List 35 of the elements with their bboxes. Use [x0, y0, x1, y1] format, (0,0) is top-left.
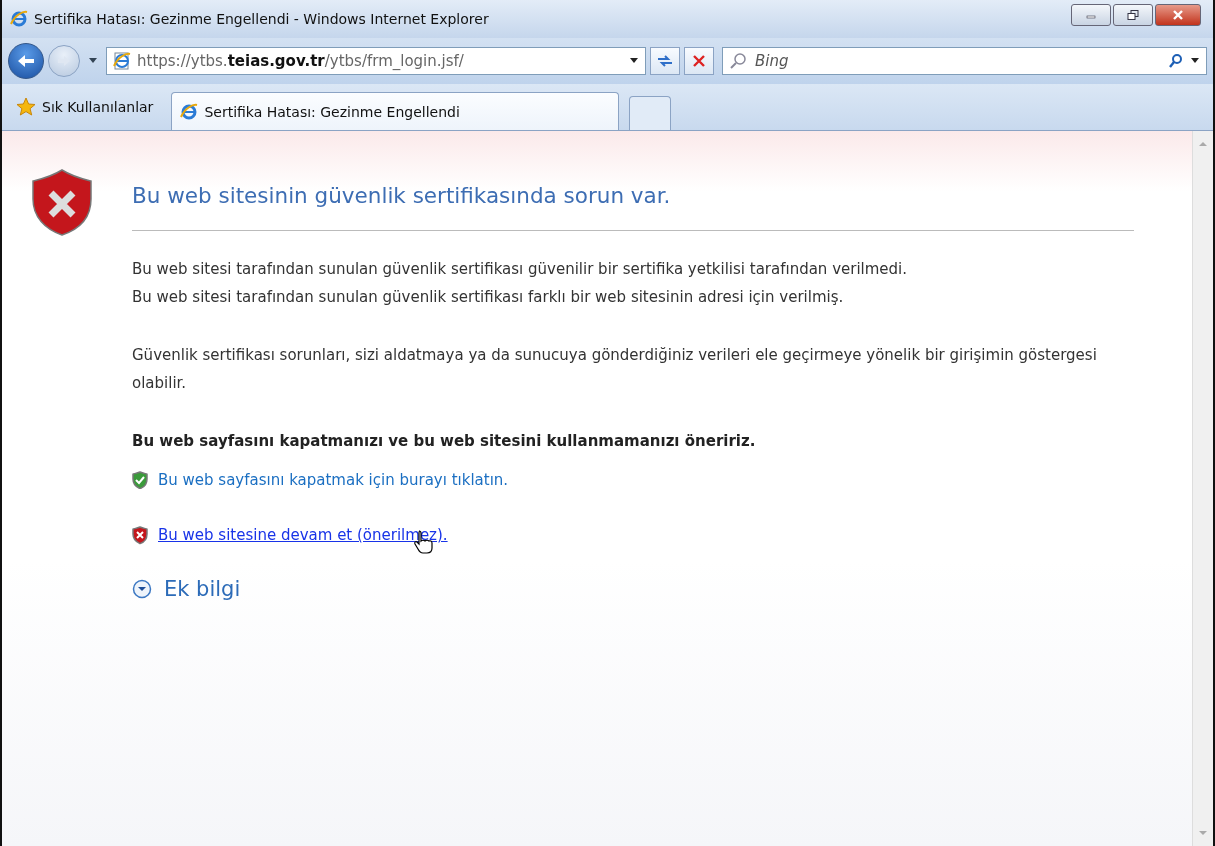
restore-button[interactable]: [1113, 4, 1153, 26]
search-field[interactable]: Bing: [722, 47, 1207, 75]
chevron-down-icon: [132, 579, 152, 600]
recommendation-text: Bu web sayfasını kapatmanızı ve bu web sitesini kullanmamanızı öneririz.: [132, 431, 757, 452]
dropdown-arrow-icon: [629, 57, 639, 65]
paragraph: Bu web sitesi tarafından sunulan güvenlik sertifikası güvenilir bir sertifika yetkilisi tarafından verilmedi. Bu web sitesi tarafından sunulan güvenlik sertifikası farklı bir web sitesinin adresi için verilmiş.: [132, 259, 909, 308]
back-button[interactable]: [8, 43, 44, 79]
address-bar[interactable]: https://ytbs.teias.gov.tr/ytbs/frm_login.jsf/: [106, 47, 646, 75]
error-shield-icon: [32, 169, 92, 238]
star-icon: [16, 97, 36, 117]
browser-logo-icon: [10, 10, 28, 28]
favorites-button[interactable]: Sık Kullanılanlar: [8, 97, 162, 117]
refresh-arrows-icon: [656, 53, 674, 69]
magnifier-icon: [729, 52, 747, 70]
page-link[interactable]: Bu web sayfasını kapatmak için burayı tıklatın.: [158, 471, 509, 490]
restore-icon: [1127, 10, 1139, 20]
window-title: Sertifika Hatası: Gezinme Engellendi - Windows Internet Explorer: [34, 11, 490, 27]
stop-icon: [692, 54, 706, 68]
more-info-toggle[interactable]: Ek bilgi: [132, 577, 241, 602]
browser-logo-icon: [180, 102, 199, 121]
browser-tab[interactable]: Sertifika Hatası: Gezinme Engellendi: [171, 92, 620, 130]
refresh-button[interactable]: [650, 47, 680, 75]
dropdown-arrow-icon[interactable]: [88, 57, 98, 65]
stop-button[interactable]: [684, 47, 714, 75]
close-icon: [1172, 10, 1184, 20]
shield-check-icon: [132, 471, 148, 490]
search-icon[interactable]: [1168, 53, 1184, 69]
page-heading: Bu web sitesinin güvenlik sertifikasında sorun var.: [132, 183, 672, 208]
arrow-left-icon: [16, 53, 36, 69]
close-button[interactable]: [1155, 4, 1201, 26]
shield-x-icon: [132, 526, 148, 545]
paragraph: Güvenlik sertifikası sorunları, sizi aldatmaya ya da sunucuya gönderdiğiniz verileri ele geçirmeye yönelik bir girişimin göstergesi olabilir.: [132, 345, 1098, 394]
page-icon: [113, 52, 131, 70]
minimize-button[interactable]: [1071, 4, 1111, 26]
dropdown-arrow-icon[interactable]: [1190, 57, 1200, 65]
